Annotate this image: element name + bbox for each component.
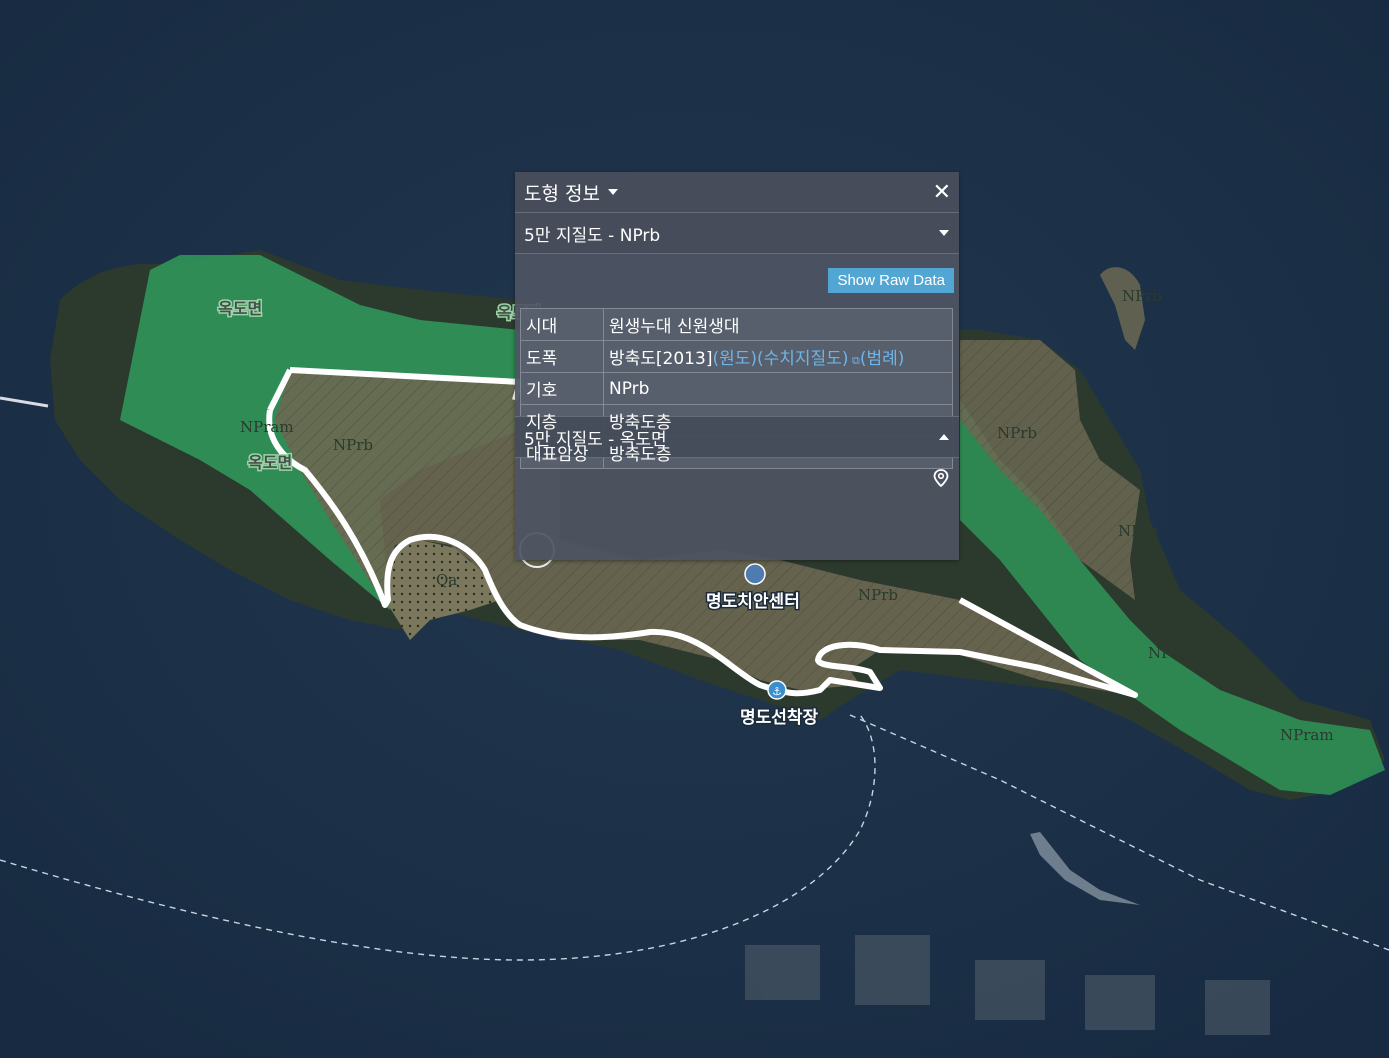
row-value: 방축도[2013] (609, 349, 713, 369)
chevron-up-icon (939, 434, 949, 440)
caret-down-icon (607, 189, 618, 195)
link-legend[interactable]: (범례) (860, 349, 905, 369)
chevron-down-icon (939, 230, 949, 236)
label-nprb-east: NPrb (997, 424, 1037, 442)
row-key: 시대 (520, 308, 604, 341)
label-qa: Qa (436, 571, 457, 589)
label-okdo-2: 옥도면 (248, 453, 292, 472)
label-nprb-west: NPrb (333, 436, 373, 454)
label-npram-west: NPram (240, 418, 294, 436)
row-value: NPrb (603, 372, 953, 405)
label-nprb-east-2: NPrb (1118, 522, 1158, 540)
close-icon[interactable]: ✕ (933, 180, 951, 205)
label-npram-southeast: NPram (1280, 726, 1334, 744)
section-nprb-body: Show Raw Data 시대 원생누대 신원생대 도폭 방축도[2013](… (515, 254, 959, 469)
table-row: 기호 NPrb (520, 372, 953, 405)
panel-title-toggle[interactable]: 도형 정보 (524, 179, 618, 206)
label-okdo-1: 옥도면 (218, 299, 262, 318)
location-pin-icon[interactable] (933, 469, 949, 487)
police-icon[interactable] (744, 563, 766, 585)
label-nprb-center: NPrb (858, 586, 898, 604)
section-okdo-title: 5만 지질도 - 옥도면 (524, 429, 667, 450)
external-link-icon[interactable]: ⧉ (848, 354, 860, 367)
link-original-map[interactable]: (원도) (712, 349, 757, 369)
table-row: 시대 원생누대 신원생대 (520, 308, 953, 341)
panel-title: 도형 정보 (524, 182, 600, 205)
label-dock[interactable]: 명도선착장 (739, 707, 821, 730)
section-nprb-header[interactable]: 5만 지질도 - NPrb (515, 213, 959, 254)
panel-header: 도형 정보 ✕ (515, 172, 959, 213)
link-digital-map[interactable]: (수치지질도) (757, 349, 848, 369)
table-row: 도폭 방축도[2013](원도)(수치지질도) ⧉(범례) (520, 340, 953, 373)
row-value: 원생누대 신원생대 (603, 308, 953, 341)
row-key: 기호 (520, 372, 604, 405)
section-nprb-title: 5만 지질도 - NPrb (524, 225, 661, 246)
feature-info-panel: 도형 정보 ✕ 5만 지질도 - NPrb Show Raw Data 시대 원… (515, 172, 959, 560)
row-value-links: 방축도[2013](원도)(수치지질도) ⧉(범례) (603, 340, 953, 373)
anchor-glyph: ⚓ (772, 685, 782, 698)
label-nprb-islet: NPrb (1122, 287, 1162, 305)
row-key: 도폭 (520, 340, 604, 373)
label-npram-east: NPram (1148, 644, 1202, 662)
show-raw-data-button[interactable]: Show Raw Data (828, 268, 954, 293)
label-police-center[interactable]: 명도치안센터 (705, 591, 802, 614)
